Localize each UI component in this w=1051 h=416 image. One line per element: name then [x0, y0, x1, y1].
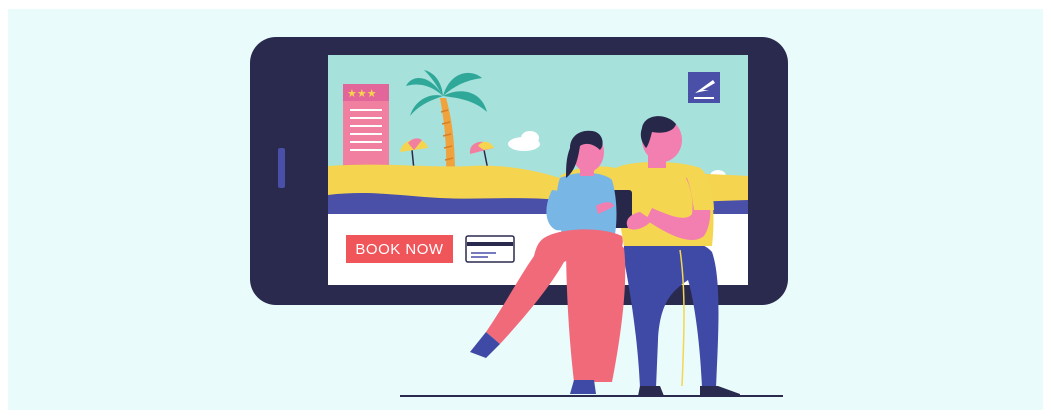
hotel-building-icon: ★★★ — [343, 84, 389, 167]
credit-card-icon — [465, 235, 515, 263]
illustration-canvas: ★★★ BOOK NOW — [0, 0, 1051, 416]
smartphone-speaker — [278, 148, 285, 188]
airplane-departure-icon — [688, 72, 720, 103]
book-now-button[interactable]: BOOK NOW — [346, 235, 453, 263]
travel-booking-scene: ★★★ — [250, 37, 788, 397]
svg-text:★★★: ★★★ — [347, 87, 377, 100]
